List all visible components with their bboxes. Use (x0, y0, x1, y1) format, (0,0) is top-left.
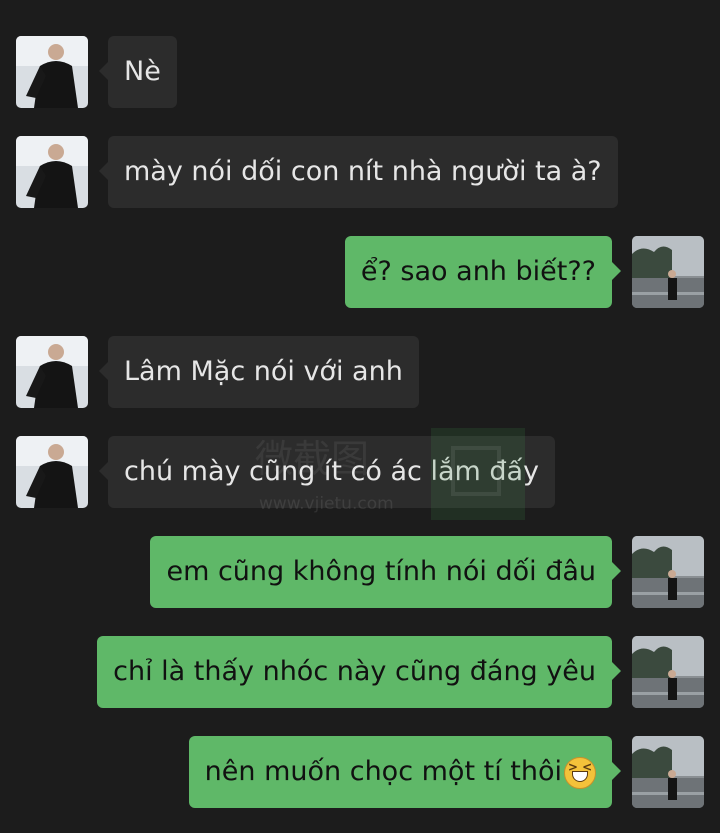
message-text: nên muốn chọc một tí thôi (204, 756, 562, 787)
my-avatar[interactable] (632, 636, 704, 708)
outgoing-message-bubble[interactable]: em cũng không tính nói dối đâu (150, 536, 621, 608)
incoming-message-bubble[interactable]: mày nói dối con nít nhà người ta à? (99, 136, 618, 208)
message-row: mày nói dối con nít nhà người ta à? (0, 136, 720, 208)
my-avatar[interactable] (632, 536, 704, 608)
contact-avatar[interactable] (16, 36, 88, 108)
outgoing-message-bubble[interactable]: ể? sao anh biết?? (344, 236, 622, 308)
outgoing-message-bubble[interactable]: nên muốn chọc một tí thôi (188, 736, 622, 808)
message-row: chú mày cũng ít có ác lắm đấy (0, 436, 720, 508)
my-avatar[interactable] (632, 736, 704, 808)
message-row: Lâm Mặc nói với anh (0, 336, 720, 408)
contact-avatar[interactable] (16, 436, 88, 508)
message-row: ể? sao anh biết?? (0, 236, 720, 308)
contact-avatar[interactable] (16, 336, 88, 408)
contact-avatar[interactable] (16, 136, 88, 208)
message-row: em cũng không tính nói dối đâu (0, 536, 720, 608)
outgoing-message-bubble[interactable]: chỉ là thấy nhóc này cũng đáng yêu (97, 636, 621, 708)
incoming-message-bubble[interactable]: chú mày cũng ít có ác lắm đấy (98, 436, 556, 508)
grinning-squinting-face-icon (564, 756, 596, 789)
message-row: chỉ là thấy nhóc này cũng đáng yêu (0, 636, 720, 708)
message-row: Nè (0, 36, 720, 108)
my-avatar[interactable] (632, 236, 704, 308)
message-row: nên muốn chọc một tí thôi (0, 736, 720, 808)
chat-message-list[interactable]: Nè mày nói dối con nít nhà người ta à? ể… (0, 0, 720, 833)
incoming-message-bubble[interactable]: Nè (99, 36, 177, 108)
incoming-message-bubble[interactable]: Lâm Mặc nói với anh (99, 336, 419, 408)
